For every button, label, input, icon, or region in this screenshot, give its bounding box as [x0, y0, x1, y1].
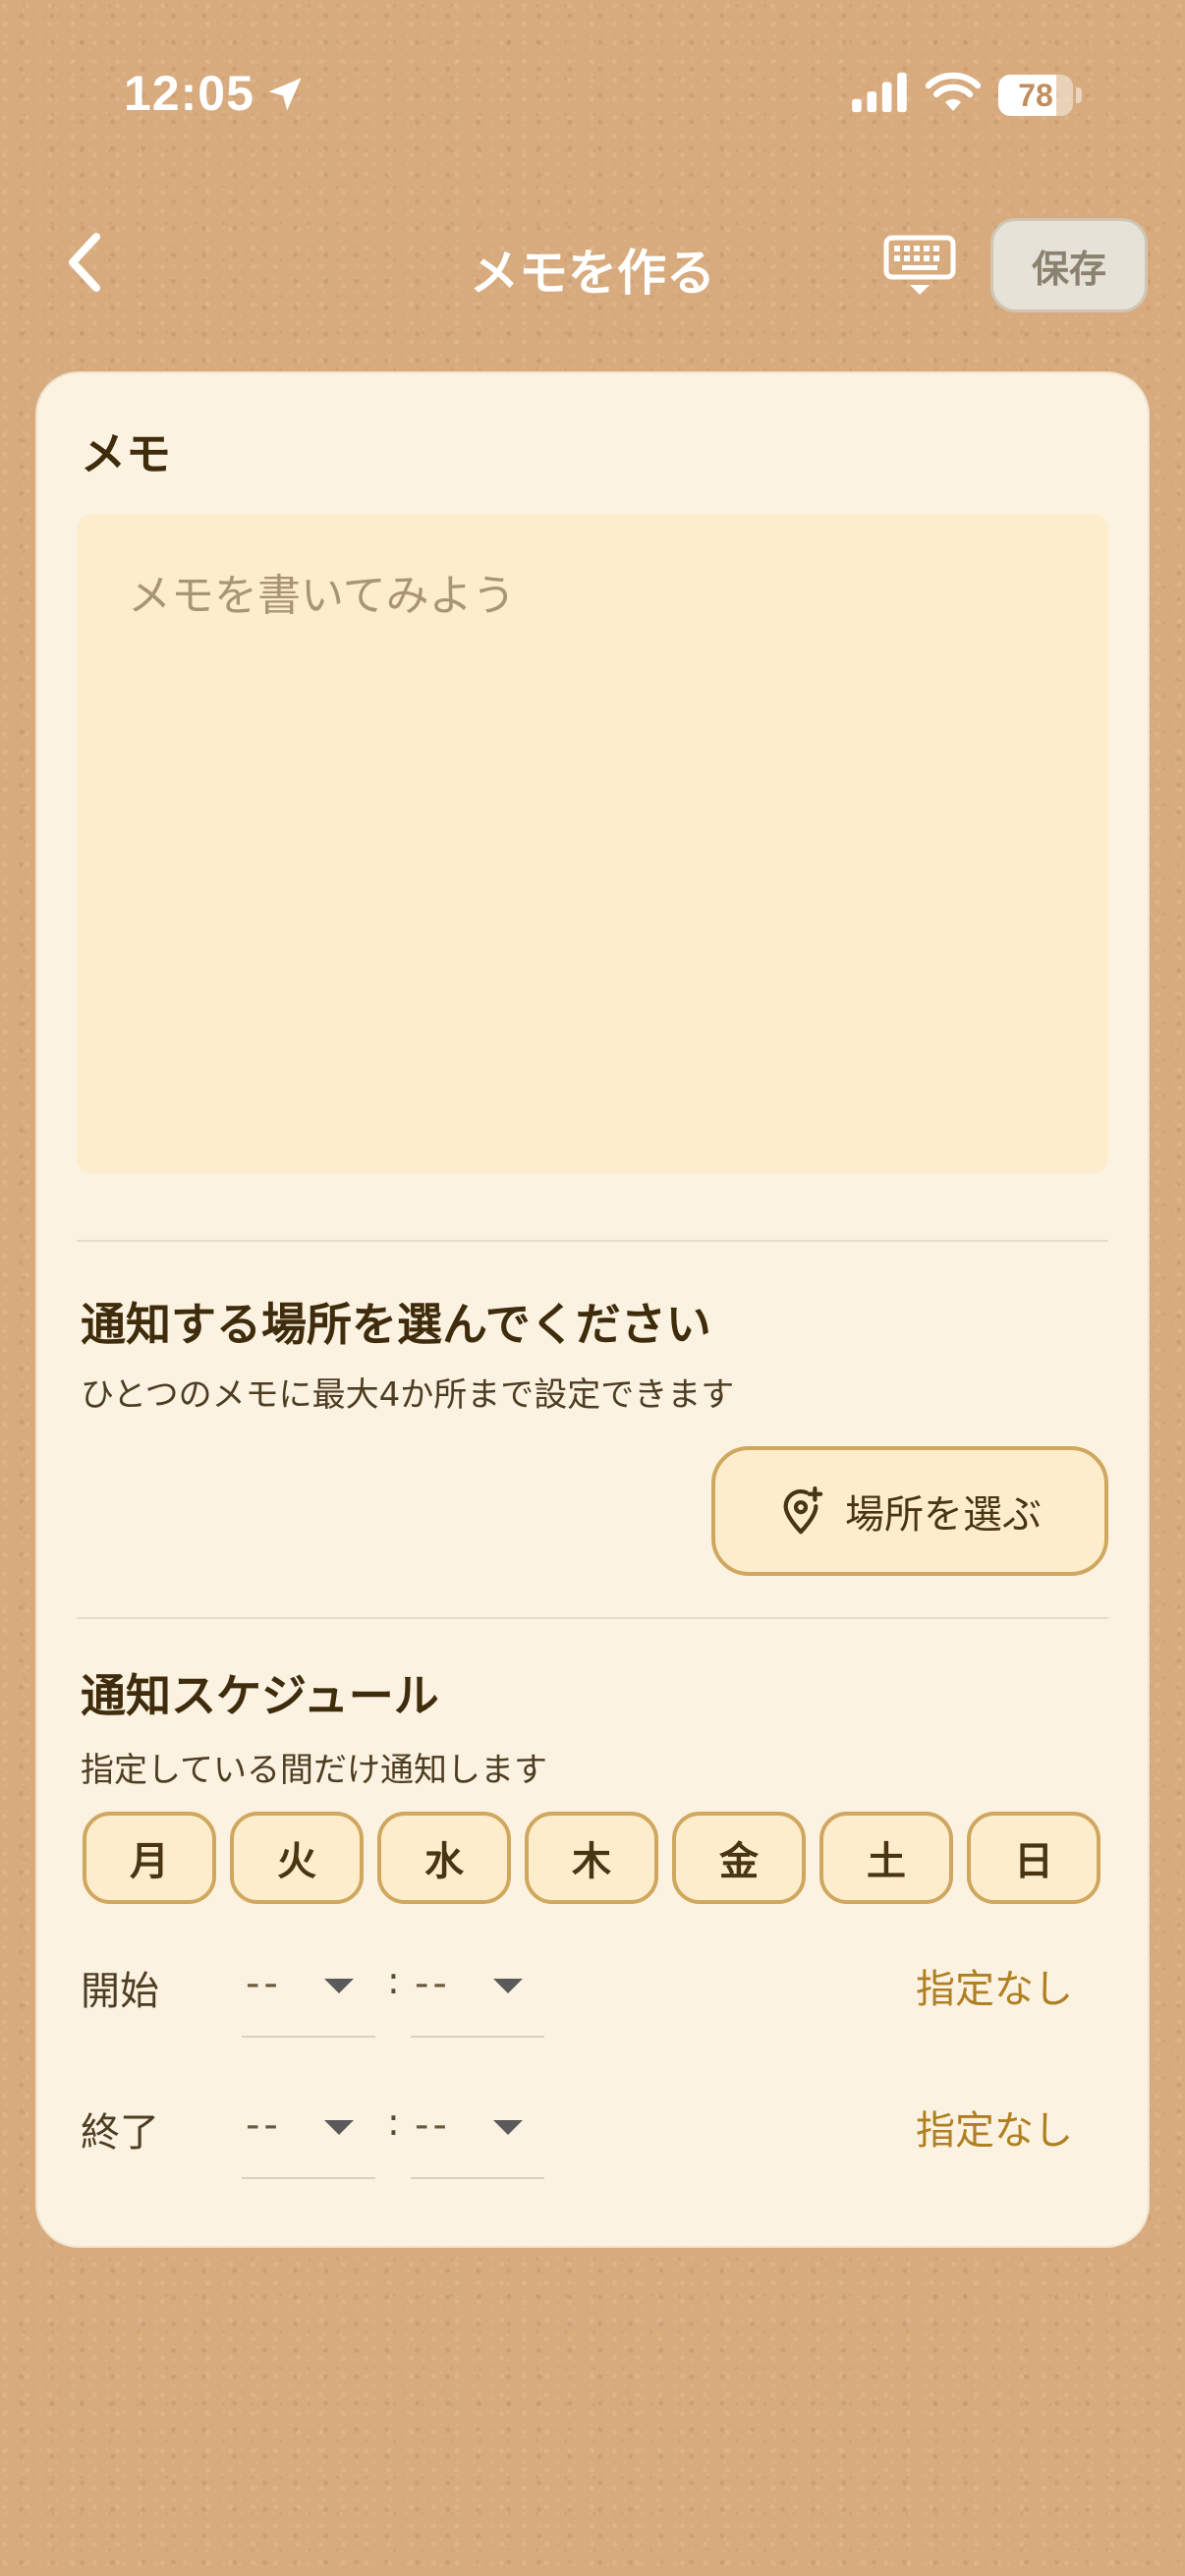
day-toggle-tue[interactable]: 火 [230, 1812, 364, 1904]
back-button[interactable] [55, 228, 114, 297]
memo-textarea[interactable]: メモを書いてみよう [77, 515, 1108, 1173]
wifi-icon [926, 72, 981, 111]
end-time-row: 終了 -- : -- 指定なし [81, 2091, 1122, 2179]
time-separator: : [387, 1959, 400, 2002]
battery-level: 78 [1018, 78, 1053, 113]
end-minute-select[interactable]: -- [411, 2091, 544, 2179]
start-time-row: 開始 -- : -- 指定なし [81, 1949, 1122, 2038]
location-arrow-icon [268, 78, 302, 111]
keyboard-dismiss-button[interactable] [880, 232, 959, 301]
weekday-selector: 月 火 水 木 金 土 日 [83, 1812, 1114, 1904]
divider [77, 1240, 1108, 1242]
choose-place-label: 場所を選ぶ [845, 1492, 1042, 1538]
page-title: メモを作る [470, 245, 715, 302]
start-unset-button[interactable]: 指定なし [916, 1957, 1073, 2014]
status-bar: 12:05 78 [0, 0, 1185, 196]
day-toggle-sat[interactable]: 土 [819, 1812, 953, 1904]
start-hour-value: -- [246, 1961, 282, 2006]
add-location-pin-icon [783, 1486, 823, 1535]
save-button[interactable]: 保存 [990, 218, 1148, 312]
location-section-subtitle: ひとつのメモに最大4か所まで設定できます [81, 1375, 735, 1415]
start-minute-value: -- [415, 1961, 451, 2006]
choose-place-button[interactable]: 場所を選ぶ [711, 1446, 1108, 1576]
keyboard-dismiss-icon [883, 235, 956, 295]
end-time-label: 終了 [81, 2110, 159, 2156]
end-hour-value: -- [246, 2102, 282, 2148]
end-minute-value: -- [415, 2102, 451, 2148]
dropdown-caret-icon [324, 2120, 354, 2135]
chevron-left-icon [69, 233, 100, 292]
status-time: 12:05 [124, 66, 254, 121]
cellular-signal-icon [852, 72, 907, 113]
end-unset-button[interactable]: 指定なし [916, 2099, 1073, 2156]
dropdown-caret-icon [324, 1979, 354, 1993]
battery-icon: 78 [998, 75, 1082, 116]
start-hour-select[interactable]: -- [242, 1949, 375, 2038]
dropdown-caret-icon [493, 1979, 523, 1993]
memo-placeholder: メモを書いてみよう [128, 571, 516, 621]
day-toggle-thu[interactable]: 木 [525, 1812, 658, 1904]
day-toggle-wed[interactable]: 水 [377, 1812, 511, 1904]
day-toggle-sun[interactable]: 日 [967, 1812, 1100, 1904]
memo-label: メモ [81, 427, 171, 480]
memo-form-card: メモ メモを書いてみよう 通知する場所を選んでください ひとつのメモに最大4か所… [35, 371, 1150, 2248]
schedule-section-title: 通知スケジュール [81, 1669, 439, 1722]
day-toggle-fri[interactable]: 金 [672, 1812, 806, 1904]
schedule-section-subtitle: 指定している間だけ通知します [81, 1751, 547, 1790]
dropdown-caret-icon [493, 2120, 523, 2135]
location-section-title: 通知する場所を選んでください [81, 1298, 711, 1351]
end-hour-select[interactable]: -- [242, 2091, 375, 2179]
day-toggle-mon[interactable]: 月 [83, 1812, 216, 1904]
divider [77, 1617, 1108, 1619]
start-time-label: 開始 [81, 1969, 159, 2014]
start-minute-select[interactable]: -- [411, 1949, 544, 2038]
time-separator: : [387, 2100, 400, 2144]
